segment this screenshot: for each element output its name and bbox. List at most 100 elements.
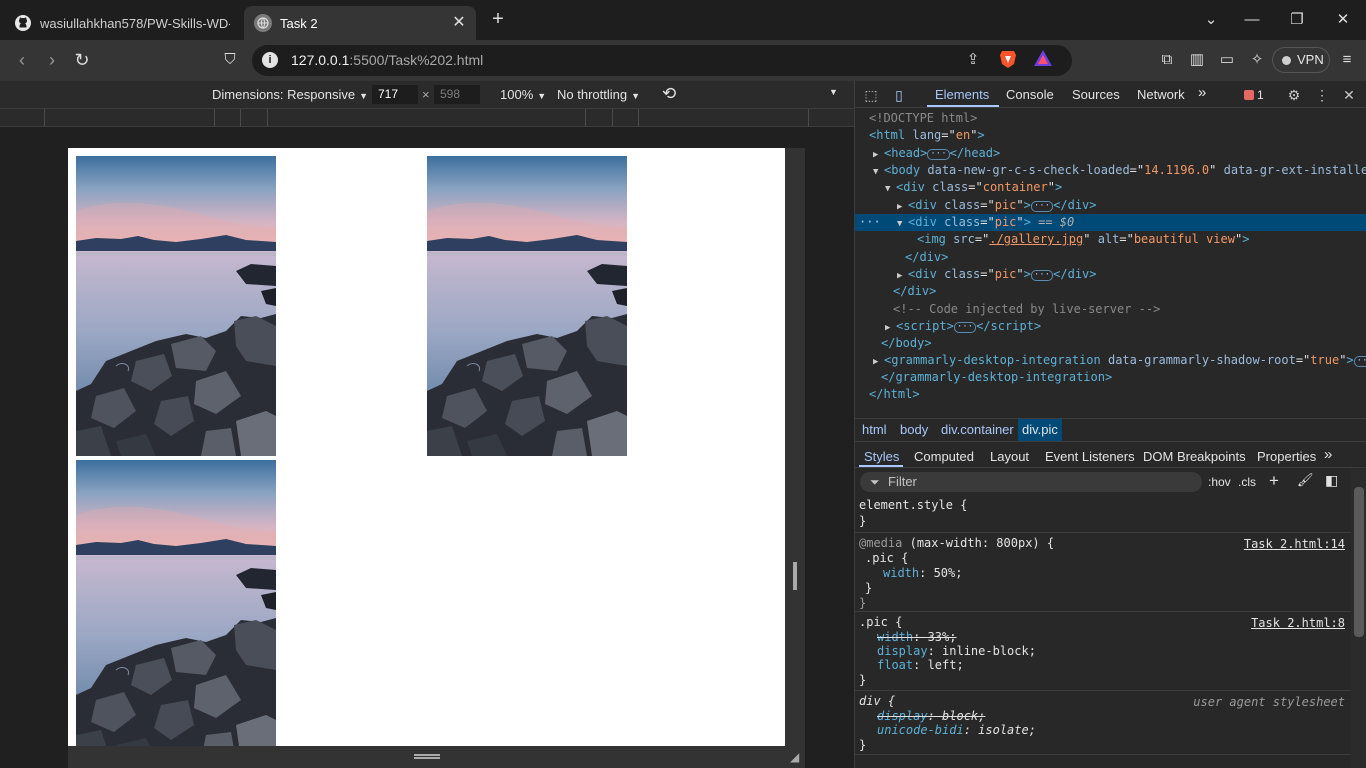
dom-node-comment[interactable]: <!-- Code injected by live-server --> xyxy=(855,301,1366,318)
resize-handle-bottom[interactable] xyxy=(414,754,440,759)
wallet-icon[interactable]: ▭ xyxy=(1216,49,1238,71)
rule-selector[interactable]: div { xyxy=(859,694,895,709)
kebab-menu-icon[interactable]: ⋮ xyxy=(1312,85,1332,105)
rule-selector[interactable]: .pic { xyxy=(865,551,908,566)
close-devtools-icon[interactable]: ✕ xyxy=(1339,85,1359,105)
tab-elements[interactable]: Elements xyxy=(935,87,989,102)
css-declaration[interactable]: width: 50%; xyxy=(883,566,962,581)
tab-search-icon[interactable]: ⌄ xyxy=(1199,8,1223,32)
back-icon[interactable]: ‹ xyxy=(10,48,34,72)
address-bar[interactable]: i 127.0.0.1:5500/Task%202.html xyxy=(252,45,1072,76)
menu-icon[interactable]: ≡ xyxy=(1336,49,1358,71)
paint-brush-icon[interactable]: 🖌 xyxy=(1297,472,1314,488)
more-options-caret-icon[interactable]: ▼ xyxy=(829,87,838,97)
more-tabs-icon[interactable]: » xyxy=(1198,84,1206,101)
tab-network[interactable]: Network xyxy=(1137,87,1185,102)
hover-state-button[interactable]: :hov xyxy=(1208,475,1231,489)
rule-selector[interactable]: .pic { xyxy=(859,615,902,630)
tab-computed[interactable]: Computed xyxy=(914,449,974,464)
tab-github[interactable]: wasiullahkhan578/PW-Skills-WD-As xyxy=(6,6,242,40)
brave-rewards-icon[interactable] xyxy=(1032,49,1054,71)
ellipsis-icon[interactable]: ··· xyxy=(1353,356,1366,367)
height-input[interactable]: 598 xyxy=(434,85,480,104)
dom-node-pic[interactable]: ▶ <div class="pic"> ··· </div> xyxy=(855,197,1366,214)
reload-icon[interactable]: ↻ xyxy=(70,48,94,72)
share-icon[interactable]: ⇪ xyxy=(962,49,984,71)
dom-node-pic[interactable]: ▶ <div class="pic"> ··· </div> xyxy=(855,266,1366,283)
dom-node-container[interactable]: ▼ <div class="container"> xyxy=(855,179,1366,196)
tab-styles[interactable]: Styles xyxy=(864,449,899,464)
dimensions-dropdown[interactable]: Dimensions: Responsive ▼ xyxy=(212,87,368,102)
zoom-dropdown[interactable]: 100% ▼ xyxy=(500,87,546,102)
breadcrumb-body[interactable]: body xyxy=(896,419,932,441)
filter-input[interactable]: ⏷ Filter xyxy=(860,472,1202,492)
leo-ai-icon[interactable]: ✧ xyxy=(1246,49,1268,71)
tab-layout[interactable]: Layout xyxy=(990,449,1029,464)
dom-node-img[interactable]: <img src="./gallery.jpg" alt="beautiful … xyxy=(855,231,1366,248)
url-text[interactable]: 127.0.0.1:5500/Task%202.html xyxy=(291,52,483,68)
throttling-dropdown[interactable]: No throttling ▼ xyxy=(557,87,640,102)
width-input[interactable]: 717 xyxy=(372,85,418,104)
restore-icon[interactable]: ❐ xyxy=(1285,8,1309,32)
media-query[interactable]: @media (max-width: 800px) { xyxy=(859,536,1054,551)
scrollbar-thumb[interactable] xyxy=(1354,487,1364,637)
rule-source-link[interactable]: Task 2.html:8 xyxy=(1251,616,1345,630)
dom-node-html-close[interactable]: </html> xyxy=(855,386,1366,403)
resize-handle-right[interactable] xyxy=(793,562,797,590)
ellipsis-icon[interactable]: ··· xyxy=(927,149,950,160)
tab-event-listeners[interactable]: Event Listeners xyxy=(1045,449,1135,464)
dom-node-pic-selected[interactable]: ··· ▼ <div class="pic"> == $0 xyxy=(855,214,1366,231)
dom-node-doctype[interactable]: <!DOCTYPE html> xyxy=(855,110,1366,127)
tab-console[interactable]: Console xyxy=(1006,87,1054,102)
inspect-element-icon[interactable]: ⬚ xyxy=(861,85,881,105)
dom-node-head[interactable]: ▶ <head> ··· </head> xyxy=(855,145,1366,162)
dom-node-body-close[interactable]: </body> xyxy=(855,335,1366,352)
new-tab-button[interactable]: + xyxy=(486,8,510,32)
device-toggle-icon[interactable]: ▯ xyxy=(889,85,909,105)
node-actions-icon[interactable]: ··· xyxy=(859,214,881,231)
toggle-sidebar-icon[interactable]: ◧ xyxy=(1325,472,1338,489)
breadcrumb-pic[interactable]: div.pic xyxy=(1018,419,1062,441)
styles-scrollbar[interactable] xyxy=(1351,469,1366,768)
error-badge[interactable]: 1 xyxy=(1244,88,1264,102)
new-rule-icon[interactable]: + xyxy=(1269,471,1279,491)
ellipsis-icon[interactable]: ··· xyxy=(953,322,977,333)
tab-task-2[interactable]: Task 2 ✕ xyxy=(244,6,476,40)
rotate-icon[interactable]: ⟲ xyxy=(662,84,676,104)
breadcrumb-container[interactable]: div.container xyxy=(937,419,1018,441)
rule-selector[interactable]: element.style { xyxy=(859,498,967,513)
dom-node-grammarly[interactable]: ▶ <grammarly-desktop-integration data-gra… xyxy=(855,352,1366,369)
css-declaration-overridden[interactable]: width: 33%; xyxy=(877,630,956,645)
close-icon[interactable]: ✕ xyxy=(450,14,468,32)
tab-properties[interactable]: Properties xyxy=(1257,449,1316,464)
more-tabs-icon[interactable]: » xyxy=(1324,446,1332,463)
ellipsis-icon[interactable]: ··· xyxy=(1030,201,1054,212)
class-toggle-button[interactable]: .cls xyxy=(1238,475,1256,489)
media-query-bar[interactable] xyxy=(0,108,854,127)
minimize-icon[interactable]: — xyxy=(1240,8,1264,32)
forward-icon[interactable]: › xyxy=(40,48,64,72)
sidebar-icon[interactable]: ▥ xyxy=(1186,49,1208,71)
extensions-icon[interactable]: ⧉ xyxy=(1156,49,1178,71)
active-tab-indicator xyxy=(927,105,999,107)
ellipsis-icon[interactable]: ··· xyxy=(1030,270,1054,281)
dom-node-div-close[interactable]: </div> xyxy=(855,249,1366,266)
css-declaration[interactable]: float: left; xyxy=(877,658,964,673)
site-info-icon[interactable]: i xyxy=(262,52,278,68)
rule-source-link[interactable]: Task 2.html:14 xyxy=(1244,537,1345,551)
settings-gear-icon[interactable]: ⚙ xyxy=(1284,85,1304,105)
css-declaration[interactable]: display: inline-block; xyxy=(877,644,1036,659)
close-window-icon[interactable]: ✕ xyxy=(1331,8,1355,32)
dom-node-grammarly-close[interactable]: </grammarly-desktop-integration> xyxy=(855,369,1366,386)
bookmark-icon[interactable]: ⛉ xyxy=(218,48,242,72)
tab-sources[interactable]: Sources xyxy=(1072,87,1120,102)
resize-corner-icon[interactable]: ◢ xyxy=(790,750,799,764)
brave-shields-icon[interactable] xyxy=(997,49,1019,71)
dom-node-body[interactable]: ▼ <body data-new-gr-c-s-check-loaded="14.… xyxy=(855,162,1366,179)
vpn-button[interactable]: VPN xyxy=(1272,47,1330,73)
dom-node-html[interactable]: <html lang="en"> xyxy=(855,127,1366,144)
dom-node-script[interactable]: ▶ <script> ··· </script> xyxy=(855,318,1366,335)
dom-node-container-close[interactable]: </div> xyxy=(855,283,1366,300)
tab-dom-breakpoints[interactable]: DOM Breakpoints xyxy=(1143,449,1246,464)
breadcrumb-html[interactable]: html xyxy=(858,419,891,441)
